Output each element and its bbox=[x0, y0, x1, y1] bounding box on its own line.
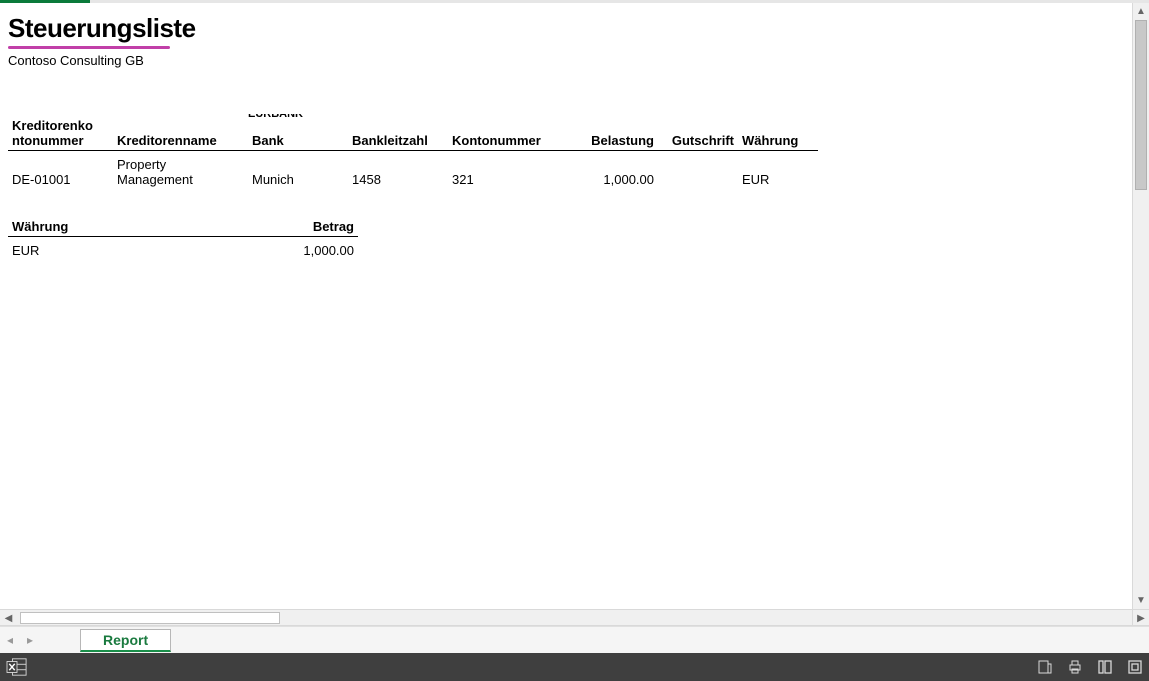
horizontal-scrollbar[interactable]: ◀ ▶ bbox=[0, 609, 1149, 626]
scroll-up-arrow-icon[interactable]: ▲ bbox=[1133, 3, 1149, 20]
scroll-left-arrow-icon[interactable]: ◀ bbox=[0, 610, 17, 627]
report-viewport: Steuerungsliste Contoso Consulting GB Kr… bbox=[0, 3, 1131, 609]
vertical-scrollbar[interactable]: ▲ ▼ bbox=[1132, 3, 1149, 609]
col-bank: EURBANK Bank bbox=[248, 116, 348, 151]
page-title: Steuerungsliste bbox=[8, 13, 1123, 44]
cell-gutschrift bbox=[658, 151, 738, 190]
vscroll-track[interactable] bbox=[1133, 20, 1149, 592]
scroll-down-arrow-icon[interactable]: ▼ bbox=[1133, 592, 1149, 609]
hscroll-thumb[interactable] bbox=[20, 612, 280, 624]
scell-waehrung: EUR bbox=[8, 237, 248, 261]
sheet-nav-next-icon[interactable]: ▸ bbox=[20, 633, 40, 647]
report-page: Steuerungsliste Contoso Consulting GB Kr… bbox=[0, 3, 1131, 260]
cell-konto: 321 bbox=[448, 151, 558, 190]
scell-betrag: 1,000.00 bbox=[248, 237, 358, 261]
status-icons bbox=[1037, 659, 1143, 675]
sheet-tab-report[interactable]: Report bbox=[80, 629, 171, 652]
main-table: Kreditorenko ntonummer Kreditorenname EU… bbox=[8, 116, 818, 189]
scol-betrag: Betrag bbox=[248, 217, 358, 237]
status-bar bbox=[0, 653, 1149, 681]
sheet-tab-label: Report bbox=[103, 632, 148, 648]
cell-blz: 1458 bbox=[348, 151, 448, 190]
fullscreen-icon[interactable] bbox=[1127, 659, 1143, 675]
scroll-right-arrow-icon[interactable]: ▶ bbox=[1132, 610, 1149, 627]
col-bank-label: Bank bbox=[252, 133, 284, 148]
cell-bank: Munich bbox=[248, 151, 348, 190]
table-row: DE-01001 Property Management Munich 1458… bbox=[8, 151, 818, 190]
cell-kreditor-nr: DE-01001 bbox=[8, 151, 113, 190]
excel-logo-icon bbox=[6, 657, 28, 677]
cell-kreditor-name: Property Management bbox=[113, 151, 248, 190]
page-layout-icon[interactable] bbox=[1097, 659, 1113, 675]
main-table-header-row: Kreditorenko ntonummer Kreditorenname EU… bbox=[8, 116, 818, 151]
summary-row: EUR 1,000.00 bbox=[8, 237, 358, 261]
title-underline bbox=[8, 46, 170, 49]
summary-table: Währung Betrag EUR 1,000.00 bbox=[8, 217, 358, 260]
col-konto: Kontonummer bbox=[448, 116, 558, 151]
sheet-tab-row: ◂ ▸ Report bbox=[0, 626, 1149, 653]
col-kreditor-nr: Kreditorenko ntonummer bbox=[8, 116, 113, 151]
col-blz: Bankleitzahl bbox=[348, 116, 448, 151]
sheet-nav-prev-icon[interactable]: ◂ bbox=[0, 633, 20, 647]
cell-belastung: 1,000.00 bbox=[558, 151, 658, 190]
page-nav-icon[interactable] bbox=[1037, 659, 1053, 675]
col-belastung: Belastung bbox=[558, 116, 658, 151]
print-icon[interactable] bbox=[1067, 659, 1083, 675]
col-gutschrift: Gutschrift bbox=[658, 116, 738, 151]
cell-waehrung: EUR bbox=[738, 151, 818, 190]
summary-header-row: Währung Betrag bbox=[8, 217, 358, 237]
vscroll-thumb[interactable] bbox=[1135, 20, 1147, 190]
col-kreditor-name: Kreditorenname bbox=[113, 116, 248, 151]
scol-waehrung: Währung bbox=[8, 217, 248, 237]
col-waehrung: Währung bbox=[738, 116, 818, 151]
company-name: Contoso Consulting GB bbox=[8, 53, 1123, 68]
